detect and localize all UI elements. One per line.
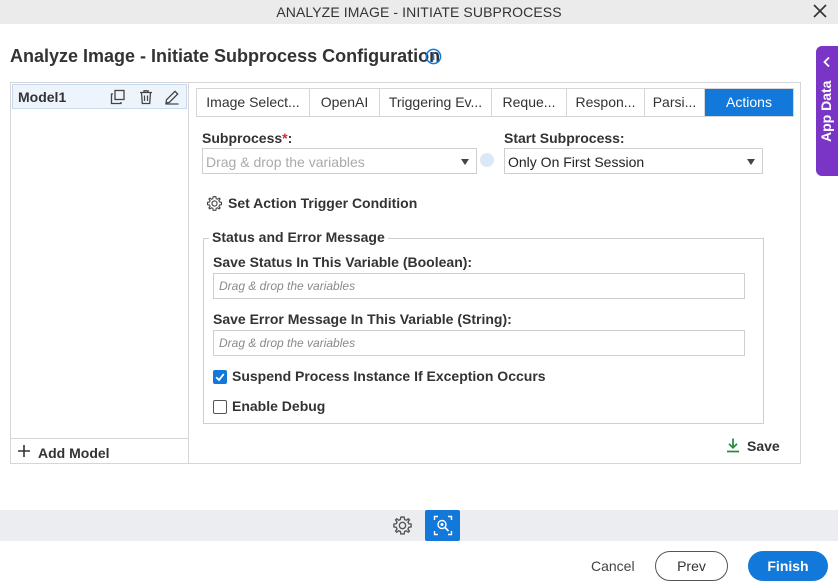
download-icon [727, 438, 739, 453]
enable-debug-checkbox[interactable] [213, 400, 227, 414]
subprocess-label: Subprocess*: [202, 130, 293, 146]
cancel-button[interactable]: Cancel [591, 558, 635, 574]
app-data-label: App Data [818, 80, 834, 142]
tab-openai[interactable]: OpenAI [310, 89, 380, 116]
plus-icon [18, 445, 30, 457]
add-model-button[interactable]: Add Model [10, 438, 188, 464]
finish-button[interactable]: Finish [748, 551, 828, 581]
save-label: Save [747, 438, 780, 454]
checkmark-icon [215, 373, 225, 382]
clear-icon[interactable] [480, 153, 494, 167]
delete-icon[interactable] [138, 89, 154, 105]
save-status-placeholder: Drag & drop the variables [219, 279, 356, 293]
image-analysis-tool-button[interactable] [425, 510, 460, 541]
subprocess-placeholder: Drag & drop the variables [206, 154, 365, 170]
app-data-tab[interactable]: App Data [816, 46, 838, 176]
window-titlebar: ANALYZE IMAGE - INITIATE SUBPROCESS [0, 0, 838, 24]
model-item[interactable]: Model1 [12, 84, 187, 109]
tab-actions[interactable]: Actions [705, 89, 793, 116]
tab-image-selection[interactable]: Image Select... [197, 89, 310, 116]
start-subprocess-dropdown[interactable]: Only On First Session [504, 148, 763, 174]
save-status-label: Save Status In This Variable (Boolean): [213, 254, 473, 270]
suspend-process-checkbox[interactable] [213, 370, 227, 384]
page-title: Analyze Image - Initiate Subprocess Conf… [10, 46, 441, 66]
subprocess-dropdown[interactable]: Drag & drop the variables [202, 148, 477, 174]
copy-icon[interactable] [110, 89, 126, 105]
model-name: Model1 [18, 89, 67, 105]
start-subprocess-value: Only On First Session [508, 154, 645, 170]
tab-bar: Image Select... OpenAI Triggering Ev... … [196, 88, 794, 117]
prev-button[interactable]: Prev [655, 551, 728, 581]
window-title: ANALYZE IMAGE - INITIATE SUBPROCESS [276, 4, 562, 20]
gear-icon[interactable] [392, 515, 413, 536]
close-icon[interactable] [812, 3, 828, 19]
chevron-down-icon [747, 159, 755, 165]
save-error-input[interactable]: Drag & drop the variables [213, 330, 745, 356]
tab-request[interactable]: Reque... [492, 89, 567, 116]
tab-response[interactable]: Respon... [567, 89, 645, 116]
set-trigger-condition-link[interactable]: Set Action Trigger Condition [228, 195, 417, 211]
edit-icon[interactable] [164, 89, 180, 105]
enable-debug-label: Enable Debug [232, 398, 326, 414]
tab-parsing[interactable]: Parsi... [645, 89, 705, 116]
save-error-label: Save Error Message In This Variable (Str… [213, 311, 512, 327]
chevron-left-icon [823, 56, 830, 68]
start-subprocess-label: Start Subprocess: [504, 130, 625, 146]
model-panel: Model1 Add Model [10, 82, 189, 464]
tab-triggering-events[interactable]: Triggering Ev... [380, 89, 492, 116]
save-status-input[interactable]: Drag & drop the variables [213, 273, 745, 299]
status-error-legend: Status and Error Message [209, 229, 388, 245]
add-model-label: Add Model [38, 445, 110, 461]
save-error-placeholder: Drag & drop the variables [219, 336, 356, 350]
image-search-icon [433, 515, 453, 536]
suspend-process-label: Suspend Process Instance If Exception Oc… [232, 368, 546, 384]
bottom-toolstrip [0, 510, 838, 541]
chevron-down-icon [461, 159, 469, 165]
info-icon[interactable] [425, 48, 442, 65]
gear-icon[interactable] [206, 195, 223, 212]
